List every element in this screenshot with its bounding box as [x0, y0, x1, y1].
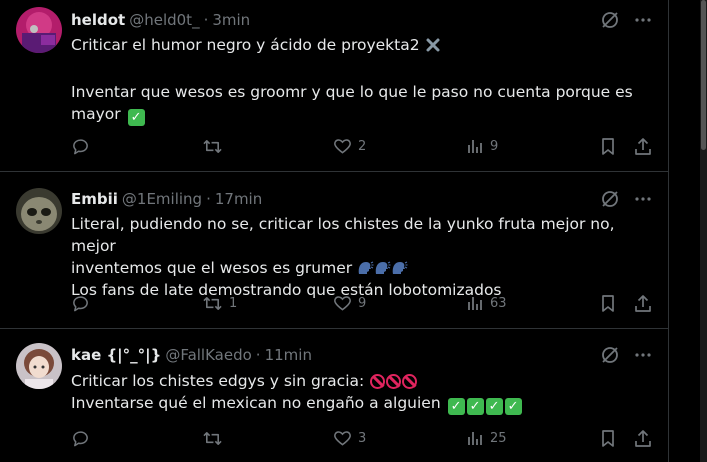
display-name[interactable]: heldot	[71, 11, 125, 29]
tweet-header: kae {|°_°|} @FallKaedo · 11min	[71, 345, 312, 365]
tweet-line: Inventarse qué el mexican no engaño a al…	[71, 394, 441, 412]
tweet-actions: 3 25	[71, 429, 656, 451]
speaking-head-icon	[374, 259, 391, 276]
share-icon	[634, 429, 652, 448]
views-count: 63	[490, 295, 507, 311]
more-icon[interactable]	[634, 11, 652, 29]
more-icon[interactable]	[634, 346, 652, 364]
timeline: heldot @held0t_ · 3min Criticar el humor ne…	[0, 0, 669, 462]
bookmark-button[interactable]	[599, 429, 617, 448]
display-name[interactable]: Embii	[71, 190, 118, 208]
heart-icon	[333, 429, 352, 447]
separator: ·	[203, 11, 209, 29]
share-icon	[634, 137, 652, 156]
separator: ·	[255, 346, 261, 364]
user-handle[interactable]: @held0t_	[129, 11, 199, 29]
avatar[interactable]	[16, 343, 62, 389]
tweet-header: Embii @1Emiling · 17min	[71, 189, 262, 209]
retweet-icon	[202, 429, 223, 448]
tweet-header: heldot @held0t_ · 3min	[71, 10, 250, 30]
retweet-icon	[202, 137, 223, 156]
bookmark-button[interactable]	[599, 294, 617, 313]
timestamp[interactable]: 11min	[265, 346, 312, 364]
check-mark-icon: ✓	[127, 109, 145, 126]
prohibited-icon	[386, 374, 402, 389]
cross-mark-icon	[425, 37, 441, 59]
speaking-head-icon	[357, 259, 374, 276]
reply-icon	[71, 294, 90, 313]
bookmark-icon	[599, 429, 617, 448]
views-button[interactable]: 25	[466, 429, 507, 447]
tweet-line: inventemos que el wesos es grumer	[71, 259, 353, 277]
heart-icon	[333, 137, 352, 155]
like-count: 3	[358, 430, 367, 446]
heart-icon	[333, 294, 352, 312]
check-mark-icon: ✓	[485, 398, 503, 415]
timestamp[interactable]: 17min	[215, 190, 262, 208]
tweet-line: Inventar que wesos es groomr y que lo qu…	[71, 83, 633, 101]
check-mark-icon: ✓	[466, 398, 484, 415]
bookmark-icon	[599, 137, 617, 156]
prohibited-icon	[370, 374, 386, 389]
speaking-head-icon	[391, 259, 408, 276]
views-icon	[466, 429, 484, 447]
reply-button[interactable]	[71, 429, 96, 448]
views-button[interactable]: 63	[466, 294, 507, 312]
bookmark-icon	[599, 294, 617, 313]
reply-button[interactable]	[71, 294, 96, 313]
user-handle[interactable]: @FallKaedo	[165, 346, 251, 364]
scrollbar-thumb[interactable]	[701, 0, 706, 150]
share-button[interactable]	[634, 429, 652, 448]
prohibited-icon	[402, 374, 418, 389]
tweet-actions: 1 9 63	[71, 294, 656, 316]
like-button[interactable]: 3	[333, 429, 366, 447]
retweet-button[interactable]: 1	[202, 294, 237, 313]
views-button[interactable]: 9	[466, 137, 498, 155]
tweet-text: Criticar los chistes edgys y sin gracia:…	[71, 370, 641, 415]
grok-icon[interactable]	[600, 10, 620, 30]
retweet-button[interactable]	[202, 429, 229, 448]
views-count: 25	[490, 430, 507, 446]
tweet[interactable]: kae {|°_°|} @FallKaedo · 11min Criticar los…	[0, 329, 668, 462]
scrollbar[interactable]	[700, 0, 707, 462]
retweet-count: 1	[229, 296, 238, 311]
tweet-line: Criticar los chistes edgys y sin gracia:	[71, 372, 365, 390]
tweet-text: Criticar el humor negro y ácido de proye…	[71, 34, 641, 126]
tweet-actions: 2 9	[71, 137, 656, 159]
user-handle[interactable]: @1Emiling	[122, 190, 202, 208]
separator: ·	[206, 190, 211, 208]
check-mark-icon: ✓	[504, 398, 522, 415]
retweet-button[interactable]	[202, 137, 229, 156]
reply-icon	[71, 137, 90, 156]
reply-button[interactable]	[71, 137, 96, 156]
bookmark-button[interactable]	[599, 137, 617, 156]
share-button[interactable]	[634, 294, 652, 313]
tweet-line: Criticar el humor negro y ácido de proye…	[71, 36, 420, 54]
views-icon	[466, 137, 484, 155]
display-name[interactable]: kae {|°_°|}	[71, 346, 161, 364]
views-icon	[466, 294, 484, 312]
like-button[interactable]: 2	[333, 137, 366, 155]
tweet-line: Literal, pudiendo no se, criticar los ch…	[71, 215, 615, 255]
like-count: 2	[358, 138, 367, 154]
grok-icon[interactable]	[600, 345, 620, 365]
more-icon[interactable]	[634, 190, 652, 208]
tweet[interactable]: Embii @1Emiling · 17min Literal, pudiendo n…	[0, 172, 668, 329]
tweet-text: Literal, pudiendo no se, criticar los ch…	[71, 213, 661, 301]
views-count: 9	[490, 138, 499, 154]
retweet-icon	[202, 294, 223, 313]
reply-icon	[71, 429, 90, 448]
avatar[interactable]	[16, 7, 62, 53]
check-mark-icon: ✓	[447, 398, 465, 415]
avatar[interactable]	[16, 188, 62, 234]
tweet-line: mayor	[71, 105, 121, 123]
like-button[interactable]: 9	[333, 294, 366, 312]
tweet[interactable]: heldot @held0t_ · 3min Criticar el humor ne…	[0, 0, 668, 172]
timestamp[interactable]: 3min	[212, 11, 250, 29]
share-button[interactable]	[634, 137, 652, 156]
grok-icon[interactable]	[600, 189, 620, 209]
share-icon	[634, 294, 652, 313]
like-count: 9	[358, 295, 367, 311]
